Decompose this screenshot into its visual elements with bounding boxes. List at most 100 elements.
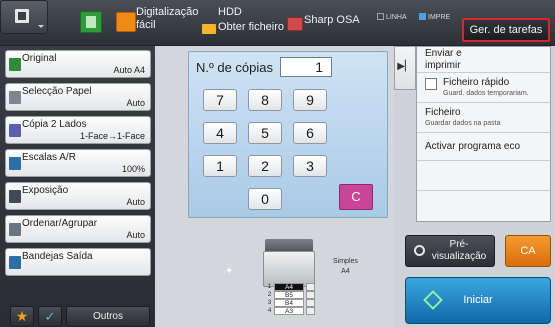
print-status-icon bbox=[419, 13, 426, 20]
machine-diagram: ✦ Simples A4 1 A4 2 B5 3 B4 4 A3 bbox=[215, 231, 394, 327]
clear-button[interactable]: C bbox=[339, 184, 373, 210]
print-indicator-label: IMPRE bbox=[428, 14, 451, 21]
get-file-label[interactable]: Obter ficheiro bbox=[218, 21, 284, 34]
setting-title: Escalas A/R bbox=[22, 152, 76, 163]
tray-paper-icon bbox=[306, 307, 315, 315]
zoom-icon bbox=[9, 157, 21, 170]
setting-value: Auto bbox=[126, 197, 145, 207]
key-5[interactable]: 5 bbox=[248, 122, 282, 144]
original-icon bbox=[9, 58, 21, 71]
tray-paper-icon bbox=[306, 291, 315, 299]
line-status-icon bbox=[377, 13, 384, 20]
file-label: Ficheiro bbox=[425, 107, 461, 118]
line-indicator: LINHA bbox=[377, 13, 407, 21]
chevron-right-icon: ▶▏ bbox=[397, 61, 413, 72]
setting-exposure[interactable]: Exposição Auto bbox=[5, 182, 151, 210]
bottom-strip: ★ ✓ Outros bbox=[0, 302, 155, 327]
setting-title: Ordenar/Agrupar bbox=[22, 218, 98, 229]
setting-value: 100% bbox=[121, 164, 145, 174]
tray-row[interactable]: 4 A3 bbox=[265, 307, 317, 315]
copies-label: N.º de cópias bbox=[196, 60, 274, 75]
tray-number: 2 bbox=[267, 291, 272, 298]
key-6[interactable]: 6 bbox=[293, 122, 327, 144]
clear-all-button[interactable]: CA bbox=[505, 235, 551, 267]
key-3[interactable]: 3 bbox=[293, 155, 327, 177]
setting-title: Exposição bbox=[22, 185, 69, 196]
tray-paper-icon bbox=[306, 299, 315, 307]
tray-size: A3 bbox=[274, 307, 304, 315]
action-panel: Enviar e imprimir Ficheiro rápido Guard.… bbox=[416, 46, 551, 222]
setting-duplex[interactable]: Cópia 2 Lados 1-Face→1-Face bbox=[5, 116, 151, 144]
home-button[interactable] bbox=[0, 0, 48, 34]
tray-list: 1 A4 2 B5 3 B4 4 A3 bbox=[265, 283, 317, 315]
preview-button[interactable]: Pré- visualização bbox=[405, 235, 495, 267]
setting-value: Auto A4 bbox=[113, 65, 145, 75]
tray-row[interactable]: 2 B5 bbox=[265, 291, 317, 299]
setting-value: 1-Face→1-Face bbox=[79, 131, 145, 141]
key-1[interactable]: 1 bbox=[203, 155, 237, 177]
job-status-button[interactable]: Ger. de tarefas bbox=[462, 18, 550, 42]
tray-paper-icon bbox=[306, 283, 315, 291]
tray-number: 3 bbox=[267, 299, 272, 306]
preview-label: Pré- visualização bbox=[431, 239, 487, 262]
tray-number: 1 bbox=[267, 283, 272, 290]
copies-keypad: N.º de cópias 1 7 8 9 4 5 6 1 2 3 0 C bbox=[188, 51, 388, 218]
duplex-icon bbox=[9, 124, 21, 137]
setting-sort-group[interactable]: Ordenar/Agrupar Auto bbox=[5, 215, 151, 243]
key-9[interactable]: 9 bbox=[293, 89, 327, 111]
setting-title: Bandejas Saída bbox=[22, 251, 93, 262]
others-button[interactable]: Outros bbox=[66, 306, 150, 327]
start-label: Iniciar bbox=[463, 294, 493, 306]
hdd-label[interactable]: HDD bbox=[218, 6, 242, 19]
exposure-icon bbox=[9, 190, 21, 203]
magnifier-icon bbox=[414, 245, 425, 256]
file-sub: Guardar dados na pasta bbox=[425, 120, 501, 127]
tray-size: B5 bbox=[274, 291, 304, 299]
paper-icon bbox=[9, 91, 21, 104]
empty-slot bbox=[417, 191, 550, 221]
printer-body-icon bbox=[263, 251, 315, 287]
easy-scan-icon[interactable] bbox=[116, 12, 136, 32]
sharp-osa-icon[interactable] bbox=[287, 17, 303, 31]
tray-row[interactable]: 3 B4 bbox=[265, 299, 317, 307]
setting-value: Auto bbox=[126, 98, 145, 108]
key-8[interactable]: 8 bbox=[248, 89, 282, 111]
setting-title: Selecção Papel bbox=[22, 86, 92, 97]
key-7[interactable]: 7 bbox=[203, 89, 237, 111]
empty-slot bbox=[417, 161, 550, 191]
favorite-star-icon[interactable]: ★ bbox=[10, 306, 34, 327]
quick-file-sub: Guard. dados temporariam. bbox=[443, 90, 529, 97]
copy-mode-icon[interactable] bbox=[80, 11, 102, 33]
setting-original[interactable]: Original Auto A4 bbox=[5, 50, 151, 78]
start-icon bbox=[423, 290, 443, 310]
eco-program[interactable]: Activar programa eco bbox=[417, 133, 550, 161]
setting-zoom[interactable]: Escalas A/R 100% bbox=[5, 149, 151, 177]
copies-input[interactable]: 1 bbox=[280, 57, 332, 77]
print-indicator: IMPRE bbox=[419, 13, 450, 21]
tray-size: B4 bbox=[274, 299, 304, 307]
output-label: Simples A4 bbox=[333, 258, 358, 275]
start-button[interactable]: Iniciar bbox=[405, 277, 551, 324]
eco-program-label: Activar programa eco bbox=[425, 141, 521, 152]
quick-file[interactable]: Ficheiro rápido Guard. dados temporariam… bbox=[417, 73, 550, 103]
check-icon[interactable]: ✓ bbox=[38, 306, 62, 327]
key-0[interactable]: 0 bbox=[248, 188, 282, 210]
line-indicator-label: LINHA bbox=[386, 14, 407, 21]
setting-paper-select[interactable]: Selecção Papel Auto bbox=[5, 83, 151, 111]
expand-panel-button[interactable]: ▶▏ bbox=[394, 46, 416, 90]
file[interactable]: Ficheiro Guardar dados na pasta bbox=[417, 103, 550, 133]
staple-icon: ✦ bbox=[225, 266, 234, 277]
easy-scan-label[interactable]: Digitalização fácil bbox=[136, 6, 198, 32]
tray-row[interactable]: 1 A4 bbox=[265, 283, 317, 291]
send-and-print[interactable]: Enviar e imprimir bbox=[417, 47, 550, 73]
chevron-down-icon bbox=[38, 25, 44, 28]
key-4[interactable]: 4 bbox=[203, 122, 237, 144]
send-and-print-label: Enviar e imprimir bbox=[425, 48, 462, 71]
key-2[interactable]: 2 bbox=[248, 155, 282, 177]
sharp-osa-label[interactable]: Sharp OSA bbox=[304, 14, 360, 27]
setting-value: Auto bbox=[126, 230, 145, 240]
quick-file-label: Ficheiro rápido bbox=[443, 77, 510, 88]
folder-icon[interactable] bbox=[202, 24, 216, 34]
setting-title: Original bbox=[22, 53, 57, 64]
setting-output-tray[interactable]: Bandejas Saída bbox=[5, 248, 151, 276]
